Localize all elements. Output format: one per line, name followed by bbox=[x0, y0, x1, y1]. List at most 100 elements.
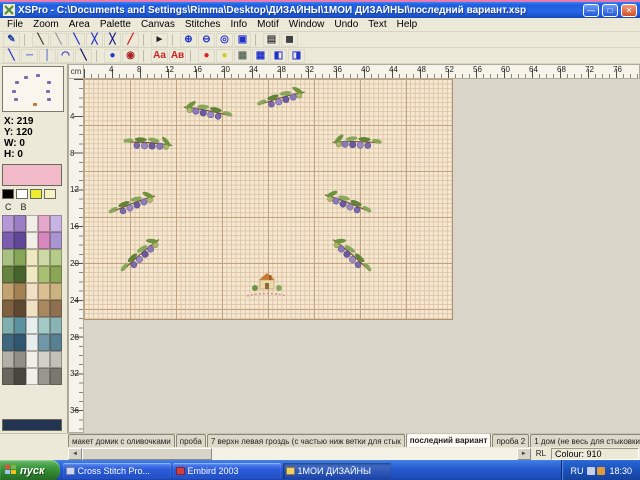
menu-motif[interactable]: Motif bbox=[252, 19, 284, 30]
start-button[interactable]: пуск bbox=[0, 460, 60, 480]
palette-swatch[interactable] bbox=[26, 215, 38, 232]
palette-swatch[interactable] bbox=[50, 249, 62, 266]
palette-swatch[interactable] bbox=[2, 232, 14, 249]
palette-swatch[interactable] bbox=[2, 300, 14, 317]
long-stitch-tool-icon[interactable]: ╲ bbox=[75, 49, 92, 63]
stitch-grid[interactable] bbox=[84, 79, 453, 320]
backstitch-diagonal-tool-icon[interactable]: ╲ bbox=[3, 49, 20, 63]
zoom-100-tool-icon[interactable]: ◎ bbox=[216, 33, 233, 47]
motif-library-button-icon[interactable]: ▦ bbox=[234, 49, 251, 63]
palette-swatch[interactable] bbox=[2, 351, 14, 368]
palette-swatch[interactable] bbox=[50, 283, 62, 300]
palette-swatch[interactable] bbox=[26, 266, 38, 283]
menu-undo[interactable]: Undo bbox=[329, 19, 363, 30]
palette-swatch[interactable] bbox=[38, 300, 50, 317]
curve-stitch-tool-icon[interactable]: ◠ bbox=[57, 49, 74, 63]
text-tool-alt-icon[interactable]: Aв bbox=[169, 49, 186, 63]
menu-help[interactable]: Help bbox=[392, 19, 423, 30]
backstitch-horizontal-tool-icon[interactable]: ─ bbox=[21, 49, 38, 63]
palette-swatch[interactable] bbox=[50, 368, 62, 385]
mini-swatch[interactable] bbox=[30, 189, 42, 199]
zoom-in-tool-icon[interactable]: ⊕ bbox=[180, 33, 197, 47]
close-button[interactable]: ✕ bbox=[621, 4, 637, 17]
three-quarter-stitch-tool-icon[interactable]: ╳ bbox=[86, 33, 103, 47]
scroll-left-button[interactable]: ◄ bbox=[68, 448, 82, 460]
menu-text[interactable]: Text bbox=[363, 19, 391, 30]
palette-swatch[interactable] bbox=[2, 215, 14, 232]
menu-canvas[interactable]: Canvas bbox=[136, 19, 180, 30]
palette-swatch[interactable] bbox=[2, 317, 14, 334]
palette-swatch[interactable] bbox=[26, 368, 38, 385]
menu-window[interactable]: Window bbox=[284, 19, 330, 30]
bead-tool-icon[interactable]: ◉ bbox=[122, 49, 139, 63]
mini-swatch[interactable] bbox=[16, 189, 28, 199]
backstitch-vertical-tool-icon[interactable]: │ bbox=[39, 49, 56, 63]
palette-swatch[interactable] bbox=[50, 232, 62, 249]
palette-swatch[interactable] bbox=[2, 334, 14, 351]
zoom-out-tool-icon[interactable]: ⊖ bbox=[198, 33, 215, 47]
palette-swatch[interactable] bbox=[50, 266, 62, 283]
palette-swatch[interactable] bbox=[38, 232, 50, 249]
mini-swatch[interactable] bbox=[44, 189, 56, 199]
palette-swatch[interactable] bbox=[38, 266, 50, 283]
print-button-icon[interactable]: ▤ bbox=[263, 33, 280, 47]
tray-icon[interactable] bbox=[587, 467, 595, 475]
design-tab-4[interactable]: проба 2 bbox=[492, 434, 529, 447]
palette-swatch[interactable] bbox=[2, 283, 14, 300]
menu-zoom[interactable]: Zoom bbox=[28, 19, 64, 30]
french-knot-tool-icon[interactable]: ● bbox=[104, 49, 121, 63]
palette-swatch[interactable] bbox=[50, 334, 62, 351]
current-thread-swatch[interactable] bbox=[2, 419, 62, 431]
quarter-stitch-tool-icon[interactable]: ╲ bbox=[68, 33, 85, 47]
canvas-viewport[interactable] bbox=[84, 79, 640, 433]
taskbar-button[interactable]: Embird 2003 bbox=[173, 463, 281, 479]
grid-toggle-button-icon[interactable]: ▦ bbox=[252, 49, 269, 63]
palette-swatch[interactable] bbox=[26, 317, 38, 334]
text-tool-icon[interactable]: Aa bbox=[151, 49, 168, 63]
select-arrow-tool-icon[interactable]: ► bbox=[151, 33, 168, 47]
palette-swatch[interactable] bbox=[26, 351, 38, 368]
palette-swatch[interactable] bbox=[50, 351, 62, 368]
palette-swatch[interactable] bbox=[50, 215, 62, 232]
palette-swatch[interactable] bbox=[14, 283, 26, 300]
language-indicator[interactable]: RU bbox=[570, 466, 583, 476]
center-view-button-icon[interactable]: ◼ bbox=[281, 33, 298, 47]
palette-swatch[interactable] bbox=[50, 317, 62, 334]
full-stitch-tool-icon[interactable]: ╲ bbox=[32, 33, 49, 47]
palette-swatch[interactable] bbox=[2, 266, 14, 283]
palette-swatch[interactable] bbox=[38, 317, 50, 334]
color-picker-red-icon[interactable]: ● bbox=[198, 49, 215, 63]
palette-swatch[interactable] bbox=[38, 215, 50, 232]
pencil-tool-icon[interactable]: ✎ bbox=[3, 33, 20, 47]
mirror-horizontal-button-icon[interactable]: ◧ bbox=[270, 49, 287, 63]
mini-swatch[interactable] bbox=[2, 189, 14, 199]
palette-swatch[interactable] bbox=[14, 266, 26, 283]
zoom-fit-tool-icon[interactable]: ▣ bbox=[234, 33, 251, 47]
scrollbar-thumb[interactable] bbox=[82, 448, 212, 460]
palette-swatch[interactable] bbox=[14, 317, 26, 334]
palette-swatch[interactable] bbox=[14, 215, 26, 232]
mirror-vertical-button-icon[interactable]: ◨ bbox=[288, 49, 305, 63]
palette-swatch[interactable] bbox=[38, 283, 50, 300]
selected-color-swatch[interactable] bbox=[2, 164, 62, 186]
menu-palette[interactable]: Palette bbox=[95, 19, 136, 30]
color-picker-yellow-icon[interactable]: ● bbox=[216, 49, 233, 63]
taskbar-button[interactable]: Cross Stitch Pro... bbox=[63, 463, 171, 479]
palette-swatch[interactable] bbox=[38, 334, 50, 351]
design-tab-3[interactable]: последний вариант bbox=[406, 433, 492, 447]
palette-swatch[interactable] bbox=[14, 368, 26, 385]
palette-swatch[interactable] bbox=[14, 300, 26, 317]
palette-swatch[interactable] bbox=[26, 249, 38, 266]
palette-swatch[interactable] bbox=[38, 351, 50, 368]
h-scrollbar[interactable]: ◄ ► bbox=[68, 448, 531, 460]
taskbar-button[interactable]: 1МОИ ДИЗАЙНЫ bbox=[283, 463, 391, 479]
minimize-button[interactable]: — bbox=[583, 4, 599, 17]
scroll-right-button[interactable]: ► bbox=[517, 448, 531, 460]
menu-area[interactable]: Area bbox=[64, 19, 95, 30]
tray-icon[interactable] bbox=[597, 467, 605, 475]
cross-stitch-tool-icon[interactable]: ╳ bbox=[104, 33, 121, 47]
palette-swatch[interactable] bbox=[14, 249, 26, 266]
palette-swatch[interactable] bbox=[38, 368, 50, 385]
palette-swatch[interactable] bbox=[50, 300, 62, 317]
palette-swatch[interactable] bbox=[2, 368, 14, 385]
